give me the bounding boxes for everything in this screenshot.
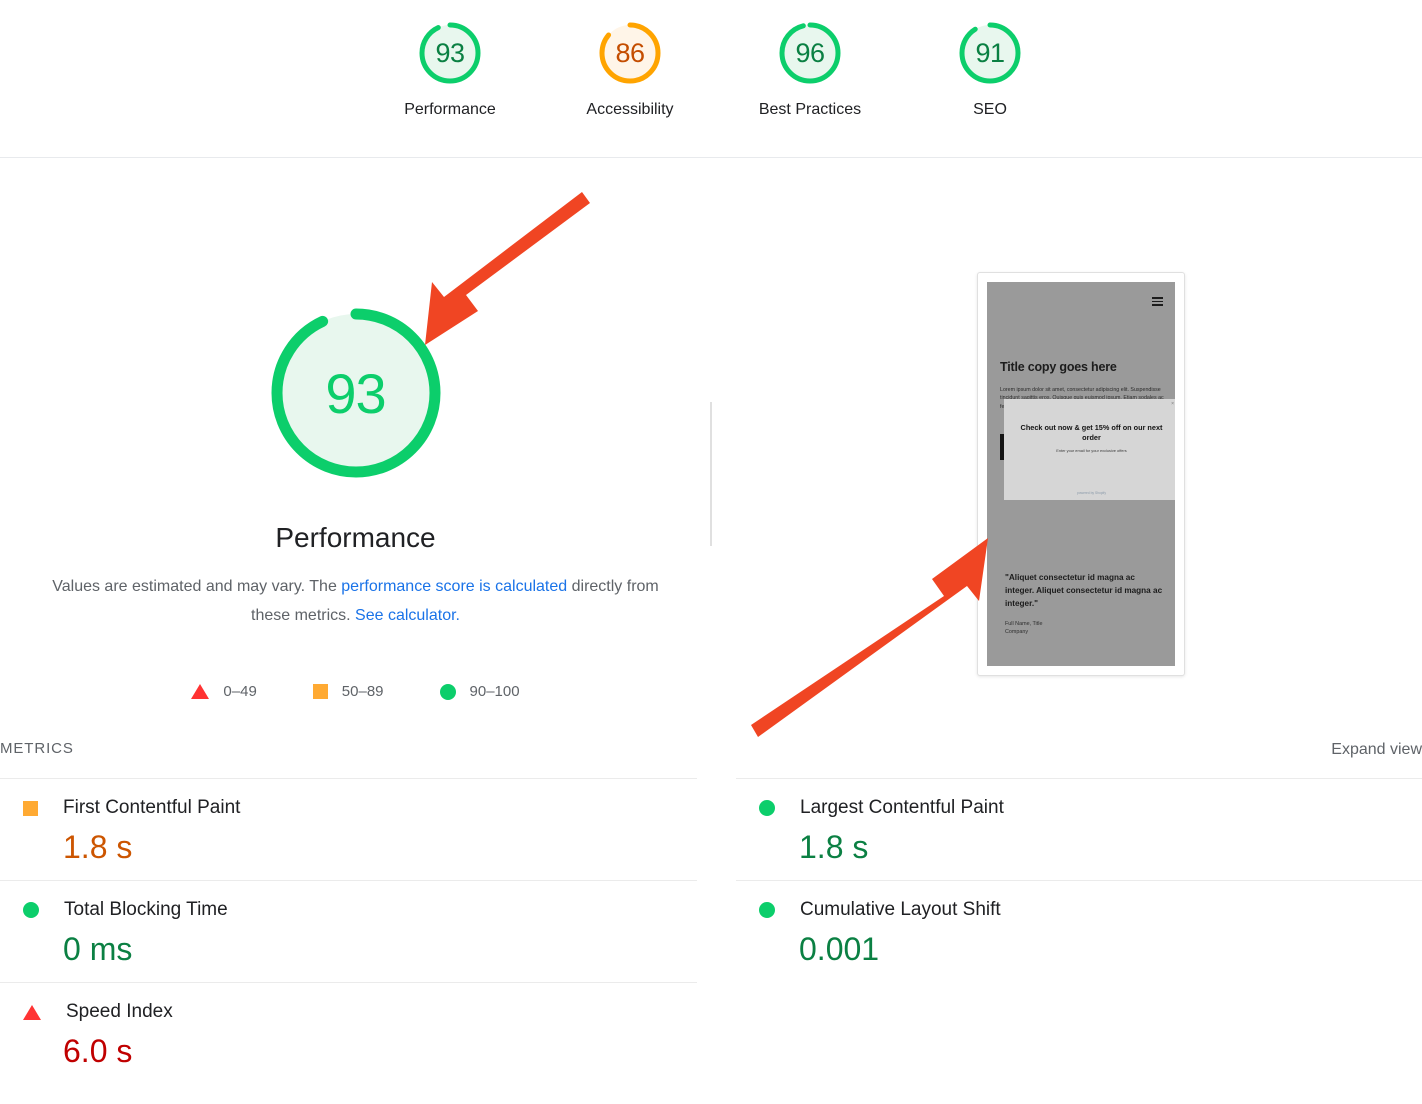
score-value-accessibility: 86 [615, 37, 645, 68]
metric-value: 0 ms [63, 931, 133, 967]
metric-name: Largest Contentful Paint [800, 797, 1004, 818]
promo-modal-heading: Check out now & get 15% off on our next … [1020, 423, 1163, 442]
gauge-ring-best-practices: 96 [775, 18, 845, 88]
expand-view-button[interactable]: Expand view [1331, 741, 1422, 759]
score-summary-bar: 93 Performance 86 Accessibility 96 Best … [0, 0, 1422, 158]
legend-item-average: 50–89 [312, 683, 384, 700]
triangle-marker-icon [191, 684, 210, 699]
metric-name: Cumulative Layout Shift [800, 899, 1001, 920]
legend-range-average: 50–89 [341, 683, 384, 700]
metric-value: 1.8 s [799, 829, 869, 865]
screenshot-canvas: Title copy goes here Lorem ipsum dolor s… [987, 282, 1175, 666]
metric-value: 1.8 s [63, 829, 133, 865]
description-text-1: Values are estimated and may vary. The [52, 578, 342, 595]
score-label-accessibility: Accessibility [586, 101, 674, 118]
score-gauge-accessibility[interactable]: 86 Accessibility [540, 18, 720, 119]
score-value-best-practices: 96 [795, 37, 825, 68]
gauge-ring-performance: 93 [415, 18, 485, 88]
hamburger-menu-icon [1152, 297, 1163, 308]
circle-marker-icon [439, 683, 456, 700]
score-legend: 0–49 50–89 90–100 [0, 683, 711, 700]
close-icon: × [1171, 401, 1174, 407]
performance-description: Values are estimated and may vary. The p… [36, 572, 676, 630]
square-marker-icon [312, 684, 328, 699]
score-gauge-seo[interactable]: 91 SEO [900, 18, 1080, 119]
square-marker-icon [23, 800, 38, 816]
metric-row-cumulative-layout-shift[interactable]: Cumulative Layout Shift 0.001 [736, 880, 1422, 982]
metric-name: Total Blocking Time [64, 899, 228, 920]
legend-item-fail: 0–49 [191, 683, 257, 700]
promo-modal-footer: powered by Shopify [1077, 491, 1106, 495]
score-gauge-performance[interactable]: 93 Performance [360, 18, 540, 119]
byline-company: Company [1005, 629, 1029, 636]
metrics-column-right: Largest Contentful Paint 1.8 s Cumulativ… [736, 778, 1422, 982]
performance-score-value: 93 [325, 361, 386, 425]
triangle-marker-icon [23, 1004, 41, 1020]
score-gauge-best-practices[interactable]: 96 Best Practices [720, 18, 900, 119]
circle-marker-icon [759, 800, 775, 816]
performance-gauge-block: 93 Performance Values are estimated and … [0, 300, 711, 630]
screenshot-promo-modal: × Check out now & get 15% off on our nex… [1004, 399, 1175, 500]
metric-row-speed-index[interactable]: Speed Index 6.0 s [0, 982, 697, 1084]
score-label-best-practices: Best Practices [758, 101, 862, 118]
final-screenshot-preview[interactable]: Title copy goes here Lorem ipsum dolor s… [977, 272, 1185, 676]
screenshot-testimonial-byline: Full Name, Title Company [1005, 620, 1163, 637]
score-label-seo: SEO [973, 101, 1007, 118]
legend-range-pass: 90–100 [469, 683, 520, 700]
annotation-arrow-to-screenshot [751, 538, 988, 737]
score-label-performance: Performance [404, 101, 496, 118]
legend-range-fail: 0–49 [223, 683, 257, 700]
see-calculator-link[interactable]: See calculator. [355, 607, 460, 624]
circle-marker-icon [23, 902, 39, 918]
screenshot-testimonial-quote: "Aliquet consectetur id magna ac integer… [1005, 573, 1163, 608]
column-divider [710, 402, 712, 546]
promo-modal-subtext: Enter your email for your exclusive offe… [1056, 448, 1127, 453]
score-value-seo: 91 [975, 37, 1005, 68]
gauge-ring-accessibility: 86 [595, 18, 665, 88]
gauge-ring-seo: 91 [955, 18, 1025, 88]
screenshot-title: Title copy goes here [1000, 360, 1117, 374]
category-score-gauges: 93 Performance 86 Accessibility 96 Best … [360, 18, 1080, 119]
metrics-section-header: METRICS [0, 740, 74, 757]
byline-name: Full Name, Title [1005, 621, 1043, 627]
performance-gauge-ring: 93 [263, 300, 449, 486]
performance-score-link[interactable]: performance score is calculated [341, 578, 567, 595]
lighthouse-report: 93 Performance 86 Accessibility 96 Best … [0, 0, 1422, 1104]
legend-item-pass: 90–100 [439, 683, 520, 700]
metric-value: 6.0 s [63, 1033, 133, 1069]
metric-row-total-blocking-time[interactable]: Total Blocking Time 0 ms [0, 880, 697, 982]
metric-name: Speed Index [66, 1001, 173, 1022]
metrics-column-left: First Contentful Paint 1.8 s Total Block… [0, 778, 697, 1084]
metric-row-first-contentful-paint[interactable]: First Contentful Paint 1.8 s [0, 778, 697, 880]
performance-title: Performance [275, 522, 436, 553]
metric-value: 0.001 [799, 931, 880, 967]
circle-marker-icon [759, 902, 775, 918]
metric-row-largest-contentful-paint[interactable]: Largest Contentful Paint 1.8 s [736, 778, 1422, 880]
score-value-performance: 93 [435, 37, 465, 68]
metric-name: First Contentful Paint [63, 797, 241, 818]
